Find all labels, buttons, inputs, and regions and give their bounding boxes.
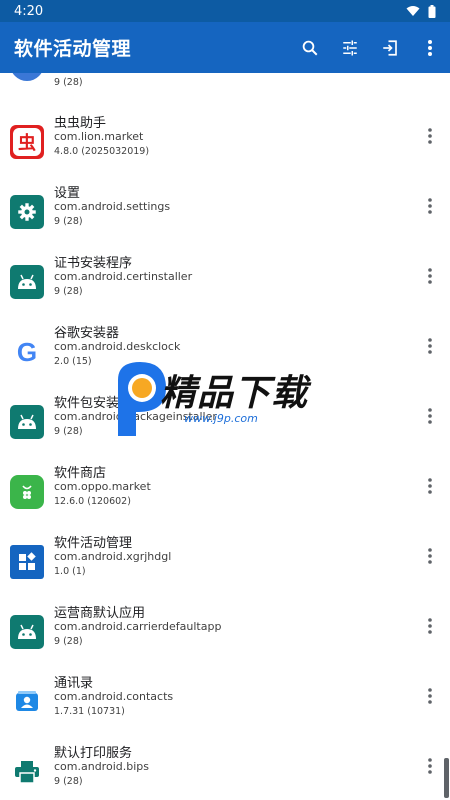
contacts-icon	[10, 685, 44, 719]
app-version: 9 (28)	[54, 636, 83, 647]
item-more-button[interactable]	[418, 542, 442, 570]
app-package: com.lion.market	[54, 130, 144, 143]
app-name: 证书安装程序	[54, 256, 133, 271]
scrollbar-thumb[interactable]	[444, 758, 449, 798]
app-version: 9 (28)	[54, 77, 83, 88]
app-name: 软件商店	[54, 466, 107, 481]
printer-icon	[10, 755, 44, 789]
app-list[interactable]: 9 (28) 虫 虫虫助手 com.lion.market 4.8.0 (202…	[0, 73, 450, 800]
settings-gear-icon	[10, 195, 44, 229]
status-time: 4:20	[14, 3, 44, 19]
status-bar: 4:20	[0, 0, 450, 22]
list-item[interactable]: 软件商店 com.oppo.market 12.6.0 (120602)	[0, 458, 450, 528]
app-version: 9 (28)	[54, 286, 83, 297]
app-name: 设置	[54, 186, 81, 201]
item-more-button[interactable]	[418, 682, 442, 710]
login-button[interactable]	[370, 28, 410, 68]
android-robot-icon	[10, 405, 44, 439]
item-more-button[interactable]	[418, 332, 442, 360]
app-name: 软件包安装程序	[54, 396, 146, 411]
app-version: 12.6.0 (120602)	[54, 496, 131, 507]
item-more-button[interactable]	[418, 402, 442, 430]
google-g-icon: G	[10, 335, 44, 369]
list-item[interactable]: 设置 com.android.settings 9 (28)	[0, 178, 450, 248]
login-icon	[383, 39, 397, 56]
more-vert-icon	[428, 128, 432, 144]
more-vert-icon	[428, 39, 432, 56]
list-item[interactable]: 证书安装程序 com.android.certinstaller 9 (28)	[0, 248, 450, 318]
app-bar: 软件活动管理	[0, 22, 450, 73]
chongchong-icon: 虫	[10, 125, 44, 159]
app-name: 运营商默认应用	[54, 606, 146, 621]
battery-icon	[428, 4, 436, 18]
android-robot-icon	[10, 615, 44, 649]
app-version: 1.7.31 (10731)	[54, 706, 125, 717]
wifi-icon	[406, 6, 420, 16]
app-name: 虫虫助手	[54, 116, 107, 131]
app-icon-glyph: G	[16, 336, 38, 367]
list-item[interactable]: 软件活动管理 com.android.xgrjhdgl 1.0 (1)	[0, 528, 450, 598]
app-package: com.android.settings	[54, 200, 171, 213]
partial-app-icon	[10, 73, 44, 81]
list-item-partial[interactable]: 9 (28)	[0, 73, 450, 93]
item-more-button[interactable]	[418, 472, 442, 500]
item-more-button[interactable]	[418, 122, 442, 150]
filter-button[interactable]	[330, 28, 370, 68]
app-version: 2.0 (15)	[54, 356, 92, 367]
app-name: 通讯录	[54, 676, 94, 691]
item-more-button[interactable]	[418, 192, 442, 220]
app-name: 谷歌安装器	[54, 326, 120, 341]
app-icon-glyph: 虫	[18, 133, 36, 154]
item-more-button[interactable]	[418, 752, 442, 780]
item-more-button[interactable]	[418, 612, 442, 640]
more-vert-icon	[428, 758, 432, 774]
app-package: com.android.xgrjhdgl	[54, 550, 172, 563]
more-vert-icon	[428, 548, 432, 564]
more-vert-icon	[428, 688, 432, 704]
item-more-button[interactable]	[418, 262, 442, 290]
app-package: com.android.packageinstaller	[54, 410, 217, 423]
list-item[interactable]: 通讯录 com.android.contacts 1.7.31 (10731)	[0, 668, 450, 738]
app-name: 软件活动管理	[54, 536, 133, 551]
more-vert-icon	[428, 408, 432, 424]
app-bar-actions	[290, 28, 450, 68]
tune-icon	[343, 40, 357, 55]
app-name: 默认打印服务	[54, 746, 133, 761]
app-package: com.android.contacts	[54, 690, 174, 703]
list-item[interactable]: 运营商默认应用 com.android.carrierdefaultapp 9 …	[0, 598, 450, 668]
app-version: 9 (28)	[54, 216, 83, 227]
search-icon	[302, 40, 318, 55]
app-store-bag-icon	[10, 475, 44, 509]
android-robot-icon	[10, 265, 44, 299]
more-vert-icon	[428, 338, 432, 354]
activity-manager-icon	[10, 545, 44, 579]
app-version: 1.0 (1)	[54, 566, 86, 577]
app-package: com.android.certinstaller	[54, 270, 193, 283]
app-version: 4.8.0 (2025032019)	[54, 146, 150, 157]
app-package: com.android.carrierdefaultapp	[54, 620, 222, 633]
overflow-menu-button[interactable]	[410, 28, 450, 68]
list-item[interactable]: 软件包安装程序 com.android.packageinstaller 9 (…	[0, 388, 450, 458]
search-button[interactable]	[290, 28, 330, 68]
page-title: 软件活动管理	[14, 38, 132, 60]
list-item[interactable]: G 谷歌安装器 com.android.deskclock 2.0 (15)	[0, 318, 450, 388]
more-vert-icon	[428, 478, 432, 494]
more-vert-icon	[428, 618, 432, 634]
list-item[interactable]: 默认打印服务 com.android.bips 9 (28)	[0, 738, 450, 800]
list-item[interactable]: 虫 虫虫助手 com.lion.market 4.8.0 (2025032019…	[0, 108, 450, 178]
app-package: com.android.deskclock	[54, 340, 181, 353]
app-package: com.android.bips	[54, 760, 149, 773]
app-package: com.oppo.market	[54, 480, 151, 493]
app-version: 9 (28)	[54, 776, 83, 787]
more-vert-icon	[428, 268, 432, 284]
app-version: 9 (28)	[54, 426, 83, 437]
more-vert-icon	[428, 198, 432, 214]
